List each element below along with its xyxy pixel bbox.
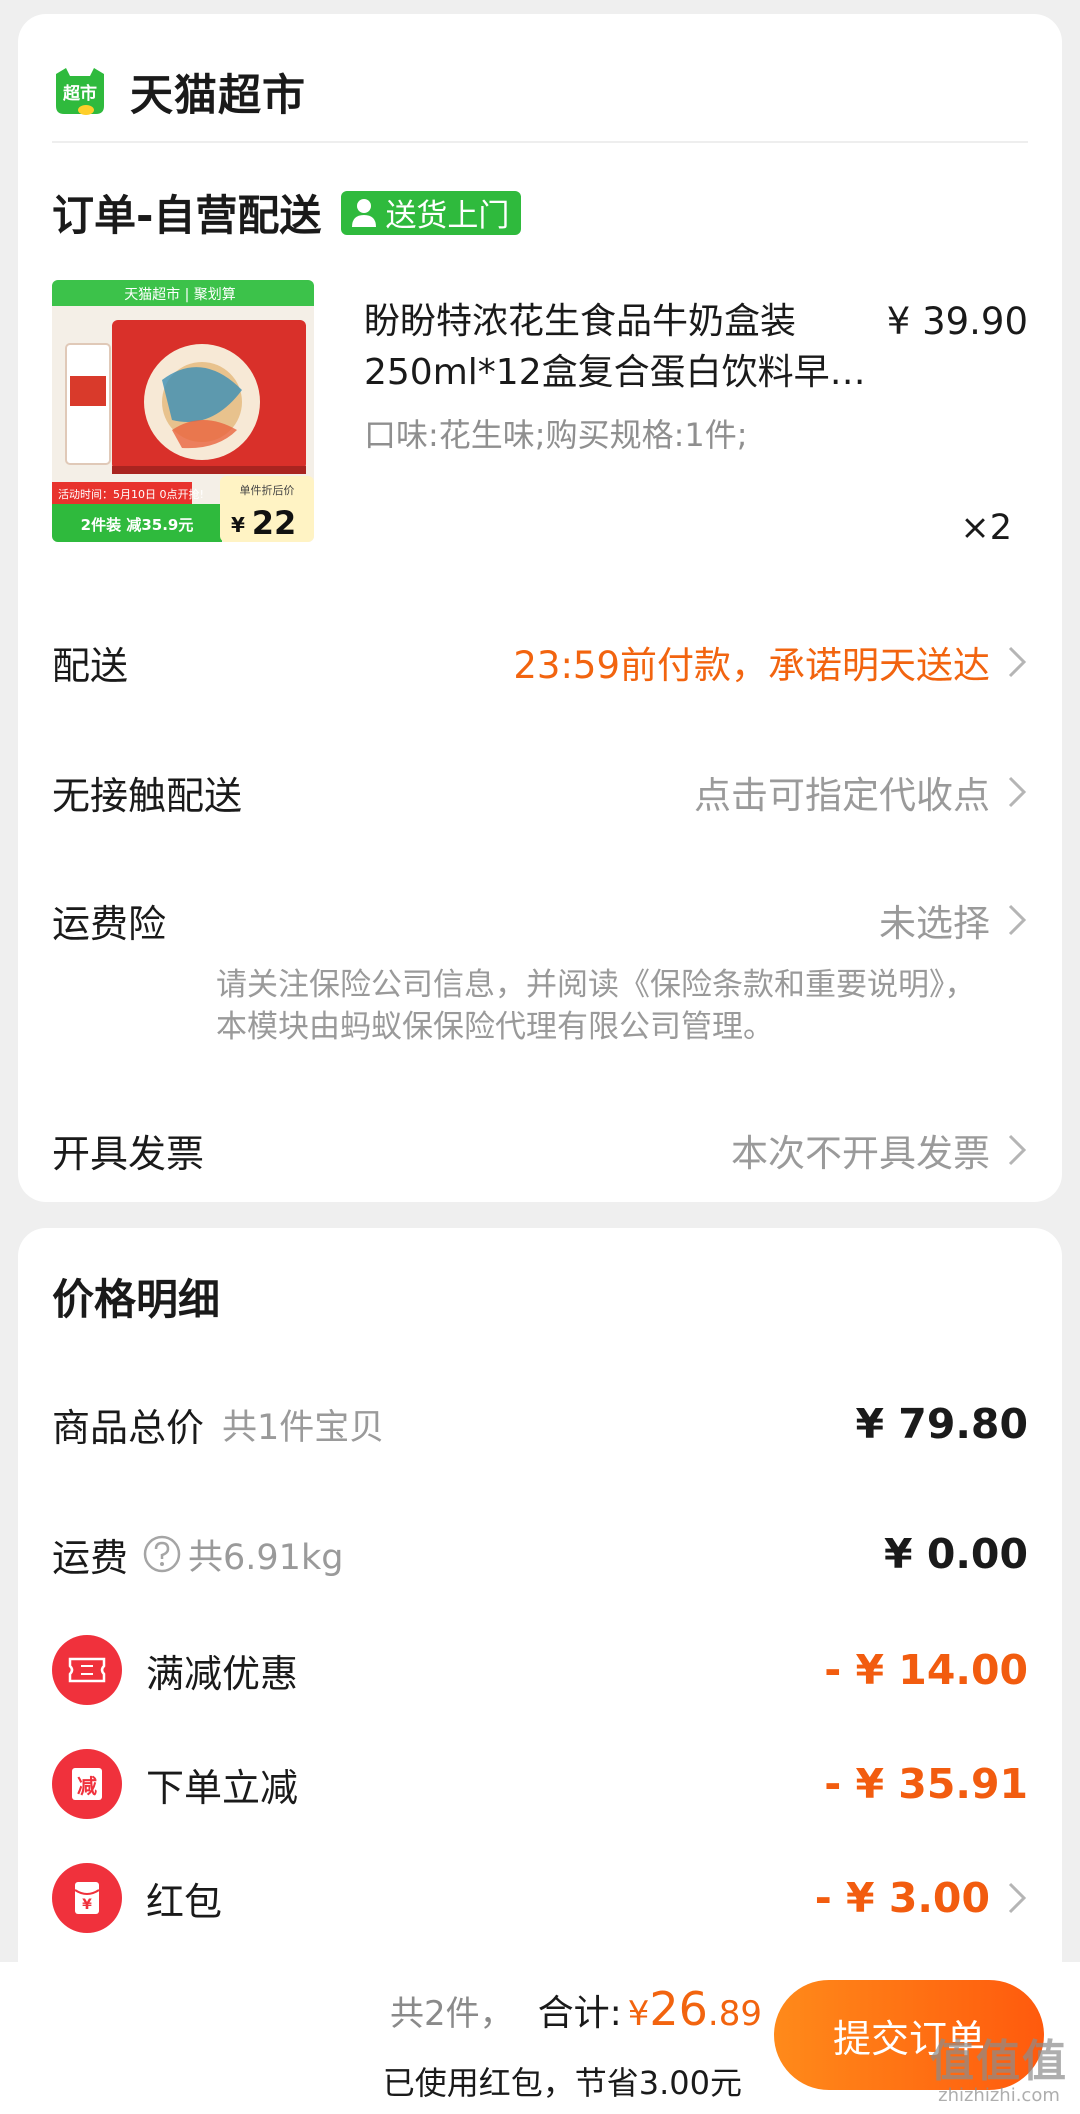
red-packet-icon: ¥ xyxy=(52,1863,122,1933)
question-icon[interactable] xyxy=(142,1534,182,1574)
shipping-row: 运费 共6.91kg ¥ 0.00 xyxy=(52,1522,1028,1586)
thumb-unit-label: 单件折后价 xyxy=(240,483,295,497)
order-card: 超市 天猫超市 订单-自营配送 送货上门 天猫超市 | 聚划算 活动时间：5月1… xyxy=(18,14,1062,1202)
product-spec[interactable]: 口味:花生味;购买规格:1件; xyxy=(364,410,748,456)
reduce-icon: 减 xyxy=(52,1749,122,1819)
shipping-label: 运费 xyxy=(52,1535,129,1580)
thumb-unit-currency: ¥ xyxy=(231,513,245,537)
delivery-badge-label: 送货上门 xyxy=(385,198,510,234)
delivery-value: 23:59前付款，承诺明天送达 xyxy=(513,644,990,687)
logo-text: 超市 xyxy=(63,83,97,104)
total-label: 合计: xyxy=(537,1993,622,2034)
invoice-row[interactable]: 开具发票 本次不开具发票 xyxy=(52,1118,1028,1182)
product-price: ¥ 39.90 xyxy=(886,300,1028,343)
delivery-label: 配送 xyxy=(52,643,129,688)
goods-total-row: 商品总价 共1件宝贝 ¥ 79.80 xyxy=(52,1392,1028,1456)
red-packet-amount: - ¥ 3.00 xyxy=(814,1874,990,1922)
watermark-main: 值值值 xyxy=(930,2036,1068,2087)
ticket-icon xyxy=(52,1635,122,1705)
order-title-row: 订单-自营配送 送货上门 xyxy=(52,182,522,243)
tmall-supermarket-logo-icon: 超市 xyxy=(52,66,108,118)
thumb-activity: 活动时间：5月10日 0点开抢! xyxy=(58,487,204,501)
store-header[interactable]: 超市 天猫超市 xyxy=(52,52,306,132)
total-currency: ¥ xyxy=(627,1994,650,2034)
product-item[interactable]: 天猫超市 | 聚划算 活动时间：5月10日 0点开抢! 2件装 减35.9元 单… xyxy=(52,280,1028,560)
shipping-amount: ¥ 0.00 xyxy=(884,1530,1028,1578)
instant-reduction-label: 下单立减 xyxy=(146,1765,299,1810)
product-thumbnail[interactable]: 天猫超市 | 聚划算 活动时间：5月10日 0点开抢! 2件装 减35.9元 单… xyxy=(52,280,314,542)
instant-reduction-amount: - ¥ 35.91 xyxy=(824,1760,1028,1808)
item-count: 共2件， xyxy=(389,1994,514,2034)
price-detail-title: 价格明细 xyxy=(52,1275,221,1324)
thumb-banner: 天猫超市 | 聚划算 xyxy=(124,286,236,303)
chevron-right-icon xyxy=(1008,646,1027,678)
contactless-label: 无接触配送 xyxy=(52,773,243,818)
goods-total-label: 商品总价 xyxy=(52,1405,205,1450)
insurance-label: 运费险 xyxy=(52,901,167,946)
total-summary: 共2件， 合计: ¥26.89 xyxy=(390,1982,762,2036)
divider xyxy=(52,141,1028,143)
insurance-row[interactable]: 运费险 未选择 xyxy=(52,888,1028,952)
chevron-right-icon xyxy=(1008,1134,1027,1166)
insurance-value: 未选择 xyxy=(879,902,990,945)
full-reduction-amount: - ¥ 14.00 xyxy=(824,1646,1028,1694)
reduce-icon-text: 减 xyxy=(77,1774,97,1798)
product-title[interactable]: 盼盼特浓花生食品牛奶盒装250ml*12盒复合蛋白饮料早… xyxy=(364,296,904,398)
instant-reduction-row: 减 下单立减 - ¥ 35.91 xyxy=(52,1749,1028,1819)
shipping-weight: 共6.91kg xyxy=(188,1537,344,1578)
total-amount: ¥26.89 xyxy=(628,1982,762,2036)
chevron-right-icon xyxy=(1008,776,1027,808)
contactless-row[interactable]: 无接触配送 点击可指定代收点 xyxy=(52,760,1028,824)
saved-note: 已使用红包，节省3.00元 xyxy=(382,2064,742,2102)
chevron-right-icon xyxy=(1008,1882,1027,1914)
contactless-value: 点击可指定代收点 xyxy=(694,774,990,817)
insurance-note[interactable]: 请关注保险公司信息，并阅读《保险条款和重要说明》，本模块由蚂蚁保保险代理有限公司… xyxy=(216,964,1006,1048)
watermark-sub: zhizhizhi.com xyxy=(938,2085,1060,2106)
product-quantity: ×2 xyxy=(960,508,1012,548)
invoice-label: 开具发票 xyxy=(52,1131,205,1176)
goods-count: 共1件宝贝 xyxy=(222,1407,385,1448)
watermark: 值值值 zhizhizhi.com xyxy=(930,2025,1068,2106)
store-name: 天猫超市 xyxy=(130,71,306,121)
thumb-unit-price: 22 xyxy=(252,504,297,542)
thumb-promo: 2件装 减35.9元 xyxy=(81,516,194,534)
delivery-badge: 送货上门 xyxy=(341,190,522,235)
invoice-value: 本次不开具发票 xyxy=(731,1132,990,1175)
order-title: 订单-自营配送 xyxy=(52,191,322,240)
goods-total-amount: ¥ 79.80 xyxy=(855,1400,1029,1448)
red-packet-row[interactable]: ¥ 红包 - ¥ 3.00 xyxy=(52,1863,1028,1933)
full-reduction-row: 满减优惠 - ¥ 14.00 xyxy=(52,1635,1028,1705)
checkout-bar: 共2件， 合计: ¥26.89 已使用红包，节省3.00元 提交订单 值值值 z… xyxy=(0,1962,1080,2114)
price-detail-card: 价格明细 商品总价 共1件宝贝 ¥ 79.80 运费 共6.91kg ¥ 0.0… xyxy=(18,1228,1062,1988)
delivery-row[interactable]: 配送 23:59前付款，承诺明天送达 xyxy=(52,630,1028,694)
chevron-right-icon xyxy=(1008,904,1027,936)
person-icon xyxy=(352,198,377,227)
full-reduction-label: 满减优惠 xyxy=(146,1651,299,1696)
red-packet-label: 红包 xyxy=(146,1879,223,1924)
total-dec: .89 xyxy=(707,1994,762,2034)
total-int: 26 xyxy=(649,1982,708,2036)
red-packet-icon-text: ¥ xyxy=(82,1897,92,1913)
